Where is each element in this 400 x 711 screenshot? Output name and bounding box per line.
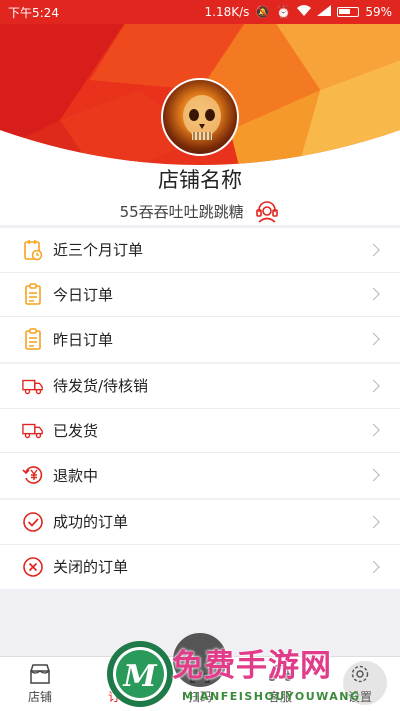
- menu-item-three-months[interactable]: 近三个月订单: [0, 228, 400, 273]
- chevron-right-icon: [367, 423, 380, 437]
- menu-item-label: 待发货/待核销: [53, 377, 149, 396]
- status-right: 1.18K/s 🔕 ⏰ 59%: [205, 5, 392, 19]
- x-circle-icon: [22, 556, 44, 578]
- shop-name: 店铺名称: [158, 168, 242, 192]
- clipboard-icon: [22, 328, 44, 351]
- menu-item-label: 近三个月订单: [53, 241, 144, 260]
- chevron-right-icon: [367, 243, 380, 257]
- chevron-right-icon: [367, 332, 380, 346]
- nav-label: 订单: [107, 690, 132, 704]
- shop-subtitle: 55吞吞吐吐跳跳糖: [119, 203, 244, 221]
- nav-tab-orders[interactable]: 订单: [80, 657, 160, 711]
- menu-item-label: 昨日订单: [53, 330, 114, 349]
- mute-icon: 🔕: [255, 5, 271, 19]
- wifi-icon: [297, 5, 312, 19]
- menu-item-label: 关闭的订单: [53, 558, 129, 577]
- order-section-time: 近三个月订单 今日订单 昨日订单: [0, 228, 400, 362]
- menu-item-shipped[interactable]: 已发货: [0, 409, 400, 453]
- order-section-status: 待发货/待核销 已发货 退款中: [0, 364, 400, 498]
- chevron-right-icon: [367, 560, 380, 574]
- chevron-right-icon: [367, 287, 380, 301]
- check-circle-icon: [22, 511, 44, 533]
- order-section-result: 成功的订单 关闭的订单: [0, 500, 400, 589]
- signal-icon: [317, 5, 332, 19]
- shop-subtitle-row: 55吞吞吐吐跳跳糖: [0, 199, 400, 225]
- nav-tab-store[interactable]: 店铺: [0, 657, 80, 711]
- status-time: 下午5:24: [8, 5, 59, 20]
- battery-level: 59%: [365, 5, 392, 19]
- menu-item-success[interactable]: 成功的订单: [0, 500, 400, 545]
- menu-item-yesterday[interactable]: 昨日订单: [0, 317, 400, 362]
- shop-header: 店铺名称 55吞吞吐吐跳跳糖: [0, 0, 400, 225]
- chevron-right-icon: [367, 468, 380, 482]
- menu-item-label: 退款中: [53, 466, 99, 485]
- menu-item-closed[interactable]: 关闭的订单: [0, 545, 400, 590]
- truck-icon: [22, 419, 44, 441]
- network-speed: 1.18K/s: [204, 5, 250, 19]
- menu-item-label: 已发货: [53, 421, 99, 440]
- menu-item-pending-ship[interactable]: 待发货/待核销: [0, 364, 400, 409]
- shop-avatar[interactable]: [161, 78, 239, 156]
- battery-icon: [337, 7, 360, 17]
- order-icon: [111, 664, 129, 684]
- status-bar: 下午5:24 1.18K/s 🔕 ⏰ 59%: [0, 0, 400, 24]
- truck-icon: [22, 375, 44, 397]
- menu-item-today[interactable]: 今日订单: [0, 273, 400, 317]
- menu-item-refunding[interactable]: 退款中: [0, 453, 400, 498]
- nav-label: 店铺: [27, 690, 52, 704]
- watermark-subtitle: MIANFEISHOUYOUWANG: [182, 690, 361, 703]
- calendar-clock-icon: [22, 239, 44, 261]
- store-icon: [30, 664, 50, 684]
- refund-yen-icon: [22, 464, 44, 486]
- watermark-title: 免费手游网: [172, 648, 332, 684]
- menu-item-label: 今日订单: [53, 285, 114, 304]
- customer-service-icon[interactable]: [254, 199, 280, 225]
- alarm-icon: ⏰: [276, 5, 292, 19]
- gear-icon: [351, 665, 369, 683]
- clipboard-icon: [22, 283, 44, 306]
- chevron-right-icon: [367, 379, 380, 393]
- chevron-right-icon: [367, 515, 380, 529]
- menu-item-label: 成功的订单: [53, 513, 129, 532]
